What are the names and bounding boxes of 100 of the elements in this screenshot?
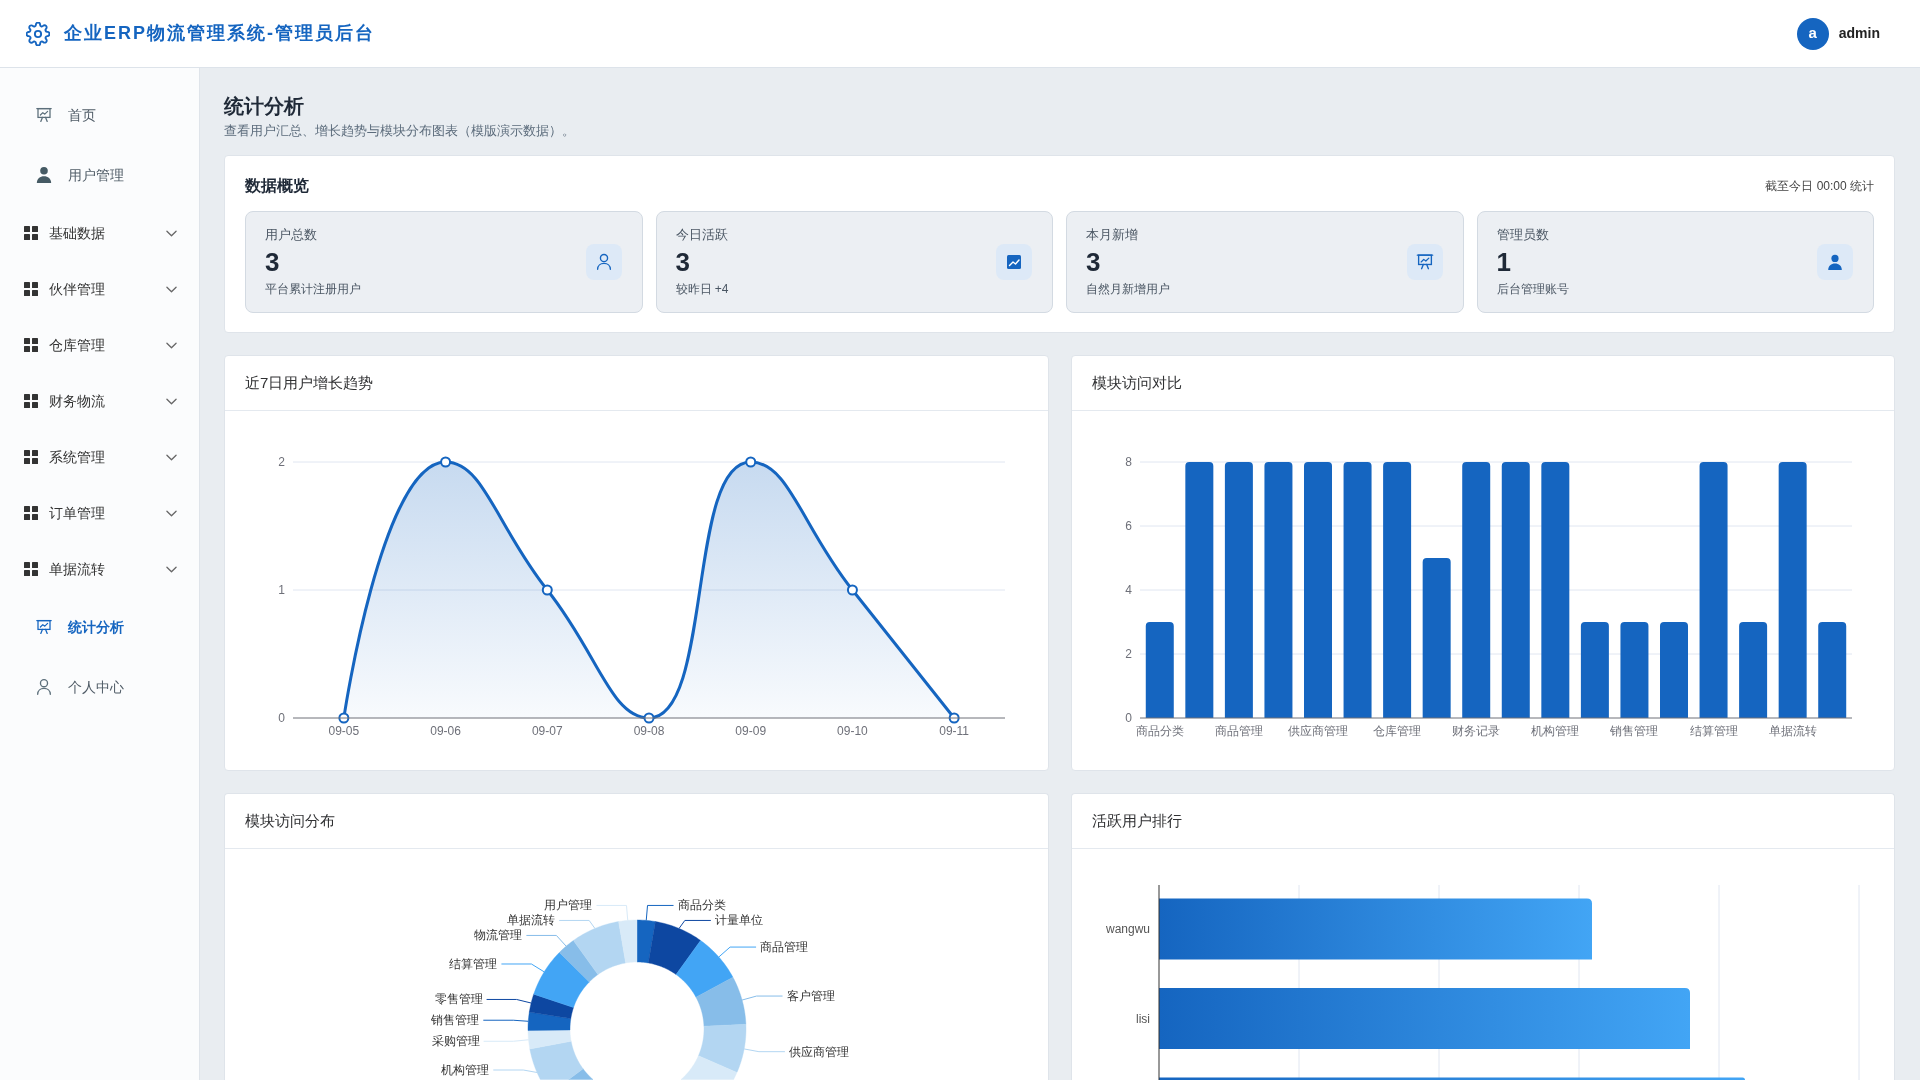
slice-label: 销售管理 bbox=[431, 1013, 480, 1028]
person-icon bbox=[36, 167, 52, 183]
stat-value: 3 bbox=[675, 247, 691, 277]
chart-title: 模块访问对比 bbox=[1092, 372, 1182, 393]
data-point bbox=[338, 712, 350, 724]
trend-chart-icon bbox=[996, 244, 1032, 280]
sidebar-item[interactable]: 订单管理 bbox=[0, 485, 199, 541]
presentation-board-icon bbox=[36, 107, 52, 123]
stat-label: 本月新增 bbox=[1086, 226, 1139, 244]
grid-icon bbox=[24, 450, 38, 464]
sidebar-item[interactable]: 仓库管理 bbox=[0, 317, 199, 373]
page-title: 统计分析 bbox=[224, 94, 305, 119]
data-point bbox=[440, 456, 452, 468]
gear-icon bbox=[26, 21, 50, 46]
slice-label: 供应商管理 bbox=[788, 1044, 849, 1059]
sidebar-item[interactable]: 统计分析 bbox=[0, 597, 199, 657]
sidebar-item[interactable]: 系统管理 bbox=[0, 429, 199, 485]
stat-note: 自然月新增用户 bbox=[1086, 281, 1170, 298]
slice-label: 单据流转 bbox=[507, 913, 556, 928]
axis-label: 4 bbox=[1125, 583, 1132, 597]
slice-label: 物流管理 bbox=[474, 928, 523, 943]
axis-label: 销售管理 bbox=[1610, 724, 1659, 738]
stat-label: 用户总数 bbox=[265, 226, 318, 244]
data-point bbox=[643, 712, 655, 724]
axis-label: 0 bbox=[1125, 711, 1132, 725]
axis-label: 09-06 bbox=[430, 724, 461, 738]
leader-line bbox=[678, 919, 712, 929]
sidebar-item[interactable]: 首页 bbox=[0, 85, 199, 145]
stat-label: 管理员数 bbox=[1496, 226, 1550, 244]
grid-icon bbox=[24, 562, 38, 576]
leader-line bbox=[718, 946, 757, 958]
slice-label: 用户管理 bbox=[544, 898, 593, 913]
axis-label: 09-05 bbox=[328, 724, 360, 738]
axis-label: 供应商管理 bbox=[1288, 724, 1348, 738]
chart-title: 活跃用户排行 bbox=[1092, 810, 1182, 831]
leader-line bbox=[741, 995, 784, 1001]
axis-label: 09-10 bbox=[837, 724, 868, 738]
grid-icon bbox=[24, 394, 38, 408]
data-point bbox=[745, 456, 757, 468]
data-point bbox=[948, 712, 960, 724]
slice-label: 计量单位 bbox=[714, 913, 763, 928]
data-point bbox=[846, 584, 858, 596]
leader-line bbox=[645, 904, 674, 921]
leader-line bbox=[525, 934, 567, 947]
sidebar-item[interactable]: 个人中心 bbox=[0, 657, 199, 717]
slice-label: 机构管理 bbox=[441, 1063, 490, 1077]
stat-note: 平台累计注册用户 bbox=[265, 281, 361, 298]
stat-value: 3 bbox=[265, 247, 281, 277]
slice-label: 采购管理 bbox=[431, 1034, 480, 1049]
axis-label: 商品管理 bbox=[1214, 724, 1263, 738]
sidebar-item[interactable]: 用户管理 bbox=[0, 145, 199, 205]
axis-label: 09-11 bbox=[939, 724, 970, 738]
stat-value: 3 bbox=[1086, 247, 1102, 277]
leader-line bbox=[482, 1019, 529, 1022]
chart-title: 模块访问分布 bbox=[245, 810, 335, 831]
axis-label: lisi bbox=[1136, 1011, 1150, 1026]
stat-label: 今日活跃 bbox=[675, 226, 729, 244]
sidebar-item[interactable]: 伙伴管理 bbox=[0, 261, 199, 317]
stat-note: 后台管理账号 bbox=[1496, 281, 1569, 298]
leader-line bbox=[492, 1069, 538, 1073]
sidebar-item[interactable]: 财务物流 bbox=[0, 373, 199, 429]
stats-timestamp: 截至今日 00:00 统计 bbox=[1765, 178, 1874, 195]
sidebar-item[interactable]: 基础数据 bbox=[0, 205, 199, 261]
axis-label: 商品分类 bbox=[1135, 724, 1184, 738]
user-name[interactable]: admin bbox=[1838, 23, 1880, 44]
leader-line bbox=[743, 1048, 786, 1053]
slice-label: 客户管理 bbox=[786, 989, 835, 1004]
donut-slice bbox=[527, 1011, 571, 1031]
axis-label: 单据流转 bbox=[1768, 724, 1817, 738]
slice-label: 商品管理 bbox=[760, 940, 809, 955]
user-avatar[interactable]: a bbox=[1796, 17, 1829, 50]
data-point bbox=[541, 584, 553, 596]
axis-label: 6 bbox=[1125, 519, 1132, 533]
axis-label: 09-08 bbox=[633, 724, 665, 738]
sidebar-item[interactable]: 单据流转 bbox=[0, 541, 199, 597]
donut-slice bbox=[559, 940, 599, 983]
leader-line bbox=[486, 998, 532, 1004]
axis-label: 2 bbox=[1125, 647, 1132, 661]
stat-note: 较昨日 +4 bbox=[675, 281, 729, 298]
leader-line bbox=[500, 963, 545, 973]
donut-slice bbox=[695, 977, 747, 1027]
grid-icon bbox=[24, 282, 38, 296]
axis-label: 机构管理 bbox=[1531, 724, 1580, 738]
axis-label: 仓库管理 bbox=[1373, 724, 1422, 738]
section-title: 数据概览 bbox=[245, 176, 309, 196]
app-title: 企业ERP物流管理系统-管理员后台 bbox=[64, 22, 375, 45]
person-outline-icon bbox=[585, 244, 622, 280]
slice-label: 商品分类 bbox=[677, 898, 726, 913]
presentation-board-icon bbox=[1406, 244, 1443, 280]
axis-label: 09-07 bbox=[531, 724, 563, 738]
chart-title: 近7日用户增长趋势 bbox=[245, 372, 374, 393]
slice-label: 零售管理 bbox=[434, 992, 483, 1007]
axis-label: 1 bbox=[278, 583, 285, 597]
page-subtitle: 查看用户汇总、增长趋势与模块分布图表（模版演示数据）。 bbox=[224, 122, 576, 140]
axis-label: 结算管理 bbox=[1689, 724, 1738, 738]
axis-label: 财务记录 bbox=[1452, 724, 1501, 738]
axis-label: 0 bbox=[278, 711, 285, 725]
axis-label: 2 bbox=[278, 455, 285, 469]
grid-icon bbox=[24, 506, 38, 520]
grid-icon bbox=[24, 226, 38, 240]
